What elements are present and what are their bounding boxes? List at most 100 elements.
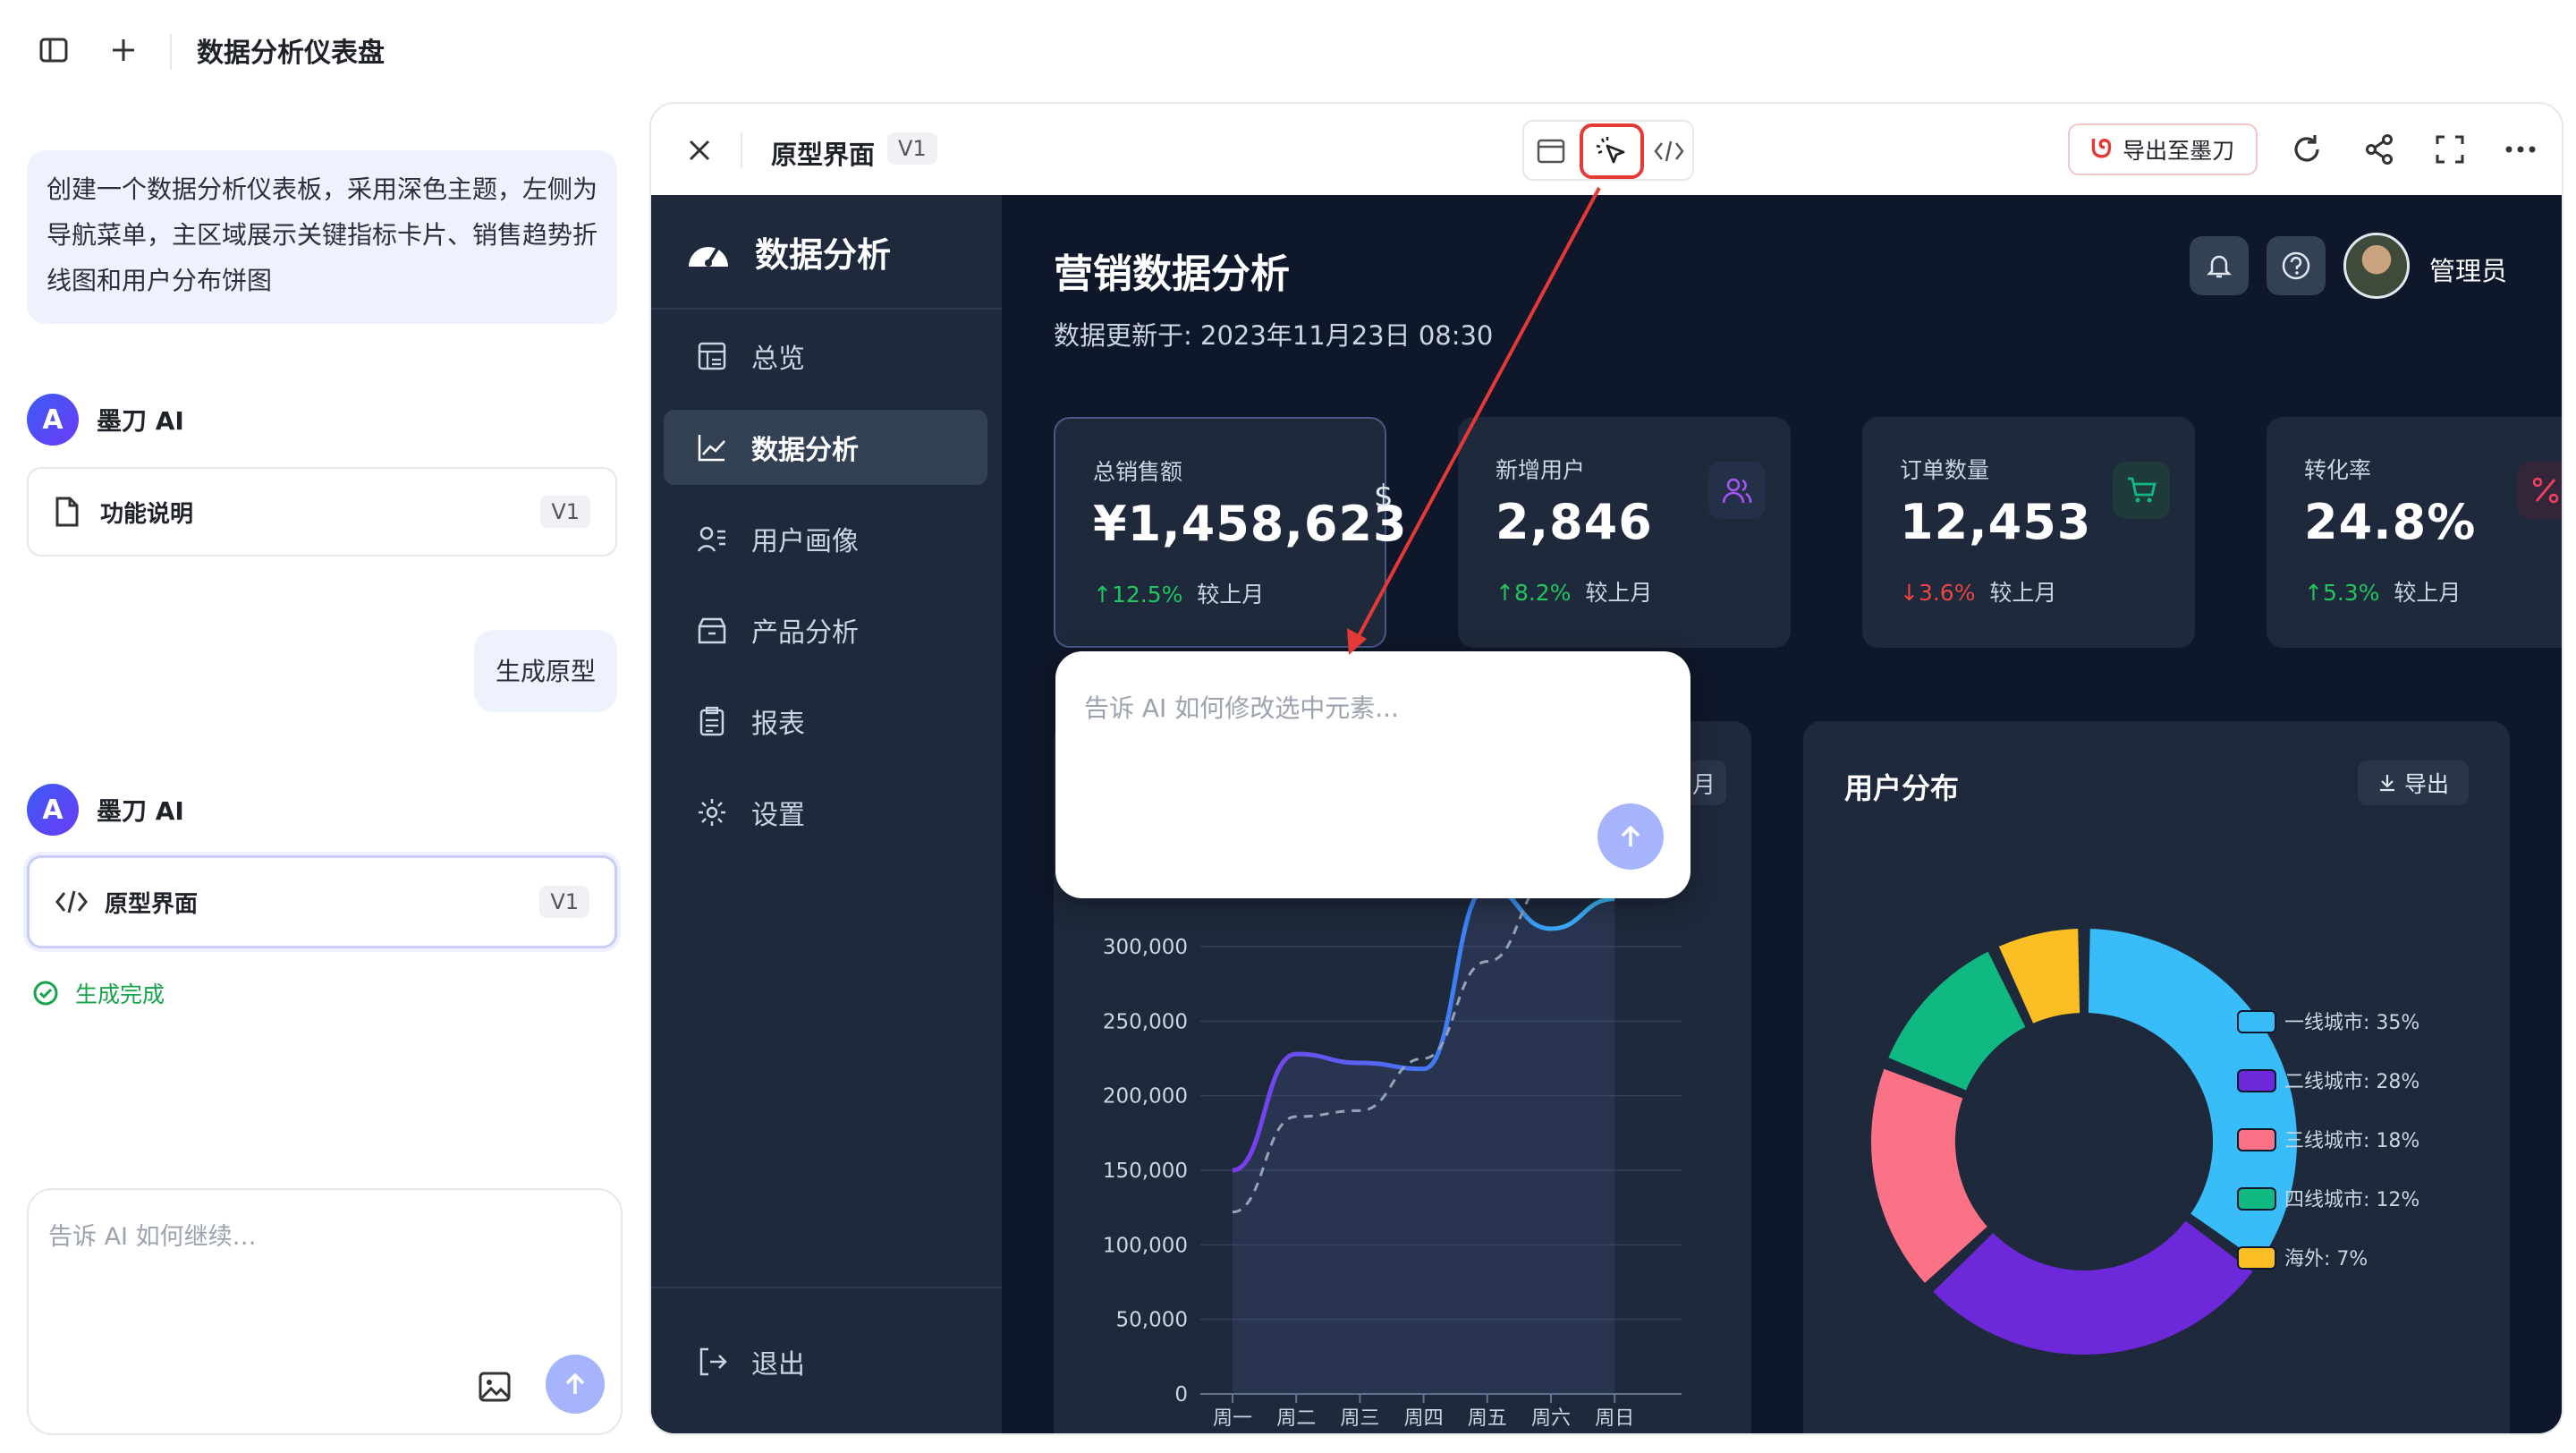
check-circle-icon	[33, 981, 58, 1006]
nav-item-settings[interactable]: 设置	[664, 775, 987, 850]
ai-name: 墨刀 AI	[97, 796, 184, 826]
close-icon[interactable]	[687, 138, 712, 163]
y-tick-label: 300,000	[1103, 936, 1188, 959]
pie-slice[interactable]	[2084, 925, 2301, 1267]
x-tick-label: 周二	[1276, 1407, 1316, 1430]
user-distribution-panel: 用户分布 导出 一线城市: 35% 二线城市: 28% 三线城市: 18% 四线城市:…	[1803, 721, 2510, 1433]
divider	[170, 34, 172, 70]
logout-icon	[699, 1347, 727, 1376]
arrow-up-icon	[1621, 825, 1640, 846]
nav-item-product[interactable]: 产品分析	[664, 592, 987, 667]
nav-item-reports[interactable]: 报表	[664, 684, 987, 759]
legend-label: 一线城市: 35%	[2284, 1012, 2419, 1034]
kpi-card[interactable]: 转化率 24.8% ↑5.3% 较上月	[2267, 417, 2562, 648]
fullscreen-icon[interactable]	[2435, 134, 2465, 165]
currency-icon: $	[1374, 479, 1394, 508]
image-upload-icon[interactable]	[478, 1371, 512, 1403]
user-prompt-bubble: 创建一个数据分析仪表板，采用深色主题，左侧为导航菜单，主区域展示关键指标卡片、销…	[27, 150, 617, 324]
new-chat-icon[interactable]	[97, 23, 150, 77]
ai-header: A 墨刀 AI	[27, 394, 184, 446]
more-icon[interactable]	[2504, 145, 2537, 154]
nav-item-user-profile[interactable]: 用户画像	[664, 501, 987, 576]
code-icon	[55, 890, 88, 913]
share-icon[interactable]	[2363, 132, 2395, 166]
dashboard-icon	[698, 342, 726, 370]
ai-name: 墨刀 AI	[97, 406, 184, 436]
top-bar: 数据分析仪表盘	[0, 0, 2576, 100]
prototype-card[interactable]: 原型界面 V1	[27, 855, 617, 948]
user-pie-chart: 一线城市: 35% 二线城市: 28% 三线城市: 18% 四线城市: 12% 海外: …	[1868, 925, 2419, 1358]
kpi-icon-box	[2113, 462, 2170, 519]
nav-label: 数据分析	[751, 435, 859, 466]
logout-item[interactable]: 退出	[664, 1324, 987, 1399]
code-view-icon[interactable]	[1653, 138, 1685, 165]
chat-input-box[interactable]: 告诉 AI 如何继续…	[27, 1188, 623, 1435]
arrow-up-icon	[565, 1372, 585, 1394]
nav-item-overview[interactable]: 总览	[664, 319, 987, 394]
kpi-title: 总销售额	[1093, 459, 1183, 485]
x-tick-label: 周五	[1468, 1407, 1507, 1430]
view-mode-toggle	[1522, 120, 1694, 181]
kpi-change: ↓3.6% 较上月	[1900, 575, 2157, 608]
nav-label: 用户画像	[751, 526, 859, 557]
preview-title: 原型界面	[771, 140, 876, 170]
kpi-icon-box: $	[1361, 463, 1419, 521]
kpi-delta: ↓3.6%	[1900, 580, 1976, 606]
y-tick-label: 200,000	[1103, 1085, 1188, 1109]
user-name: 管理员	[2429, 256, 2508, 286]
kpi-card[interactable]: 新增用户 2,846 ↑8.2% 较上月	[1458, 417, 1791, 648]
x-tick-label: 周三	[1340, 1407, 1379, 1430]
nav-label: 设置	[751, 800, 805, 831]
legend-swatch	[2237, 1246, 2276, 1270]
nav-item-analytics[interactable]: 数据分析	[664, 410, 987, 485]
nav-label: 总览	[751, 344, 805, 375]
legend-label: 二线城市: 28%	[2284, 1071, 2419, 1093]
select-element-button[interactable]	[1580, 123, 1644, 179]
bell-icon	[2206, 255, 2233, 278]
x-tick-label: 周一	[1213, 1407, 1252, 1430]
legend-label: 三线城市: 18%	[2284, 1130, 2419, 1152]
kpi-card[interactable]: 订单数量 12,453 ↓3.6% 较上月	[1862, 417, 2195, 648]
kpi-change: ↑5.3% 较上月	[2304, 575, 2562, 608]
user-list-icon	[697, 526, 725, 552]
ai-header-2: A 墨刀 AI	[27, 784, 184, 836]
kpi-suffix: 较上月	[1989, 580, 2057, 606]
divider	[741, 132, 742, 168]
export-to-modao-button[interactable]: ᘎ 导出至墨刀	[2068, 123, 2258, 175]
cart-icon	[2128, 477, 2157, 503]
pie-slice[interactable]	[1928, 1216, 2258, 1358]
chat-input-placeholder: 告诉 AI 如何继续…	[48, 1223, 257, 1251]
proto-sidebar: 数据分析 总览 数据分析 用户画像 产品分析 报表 设置 退出	[651, 195, 1002, 1433]
help-button[interactable]	[2267, 236, 2326, 295]
refresh-icon[interactable]	[2290, 132, 2324, 166]
version-tag: V1	[540, 496, 590, 528]
y-tick-label: 250,000	[1103, 1010, 1188, 1033]
help-icon	[2282, 251, 2310, 280]
ai-edit-popover[interactable]: 告诉 AI 如何修改选中元素...	[1055, 651, 1690, 898]
brand-name: 数据分析	[755, 235, 892, 275]
feature-doc-card[interactable]: 功能说明 V1	[27, 467, 617, 557]
sidebar-toggle-icon[interactable]	[27, 23, 80, 77]
y-tick-label: 150,000	[1103, 1160, 1188, 1183]
prototype-canvas: 数据分析 总览 数据分析 用户画像 产品分析 报表 设置 退出 营销数据分析 数据更新于:…	[651, 195, 2562, 1433]
modao-logo-icon: ᘎ	[2090, 134, 2113, 164]
version-tag: V1	[539, 886, 589, 918]
edit-input-placeholder[interactable]: 告诉 AI 如何修改选中元素...	[1084, 689, 1399, 725]
kpi-delta: ↑5.3%	[2304, 580, 2380, 606]
notification-button[interactable]	[2190, 236, 2249, 295]
percent-icon	[2532, 477, 2559, 504]
nav-label: 产品分析	[751, 617, 859, 649]
gauge-icon	[689, 246, 728, 267]
kpi-card[interactable]: 总销售额 ¥1,458,623 ↑12.5% 较上月 $	[1054, 417, 1408, 648]
x-tick-label: 周日	[1595, 1407, 1634, 1430]
clipboard-icon	[699, 706, 724, 736]
edit-send-button[interactable]	[1597, 803, 1664, 870]
legend-label: 海外: 7%	[2284, 1248, 2368, 1270]
nav-label: 报表	[751, 709, 805, 740]
avatar[interactable]	[2343, 233, 2410, 299]
kpi-icon-box	[2517, 462, 2562, 519]
preview-mode-icon[interactable]	[1537, 138, 1565, 165]
kpi-value: ¥1,458,623	[1093, 496, 1408, 552]
divider	[651, 308, 1002, 310]
send-button[interactable]	[546, 1355, 605, 1414]
